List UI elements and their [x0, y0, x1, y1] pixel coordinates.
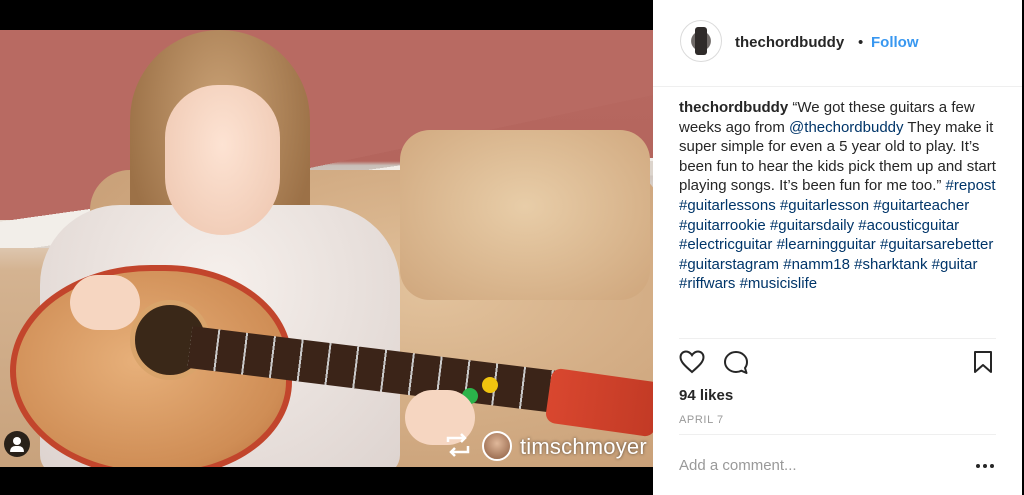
hashtag-link[interactable]: #learningguitar	[777, 236, 876, 253]
user-tag-icon-head	[13, 437, 21, 445]
avatar-image	[695, 27, 707, 55]
post-sidebar: thechordbuddy • Follow thechordbuddy “We…	[653, 0, 1022, 495]
hashtag-link[interactable]: #guitarsdaily	[770, 217, 854, 234]
heart-icon[interactable]	[679, 350, 705, 374]
hashtag-link[interactable]: #acousticguitar	[858, 217, 959, 234]
photo-watermark-username: timschmoyer	[520, 434, 647, 459]
caption-username[interactable]: thechordbuddy	[679, 99, 788, 116]
more-options-icon[interactable]	[975, 455, 995, 475]
hashtag-link[interactable]: #guitarteacher	[873, 197, 969, 214]
post-date[interactable]: APRIL 7	[679, 414, 724, 426]
photo-hand	[70, 275, 140, 330]
follow-button[interactable]: Follow	[871, 34, 919, 51]
hashtag-link[interactable]: #guitarlessons	[679, 197, 776, 214]
avatar[interactable]	[680, 20, 722, 62]
more-options-dot	[976, 464, 980, 468]
post-photo[interactable]	[0, 30, 653, 467]
more-options-dot	[983, 464, 987, 468]
post-username[interactable]: thechordbuddy	[735, 34, 844, 51]
repost-icon	[446, 433, 470, 457]
photo-girl-face	[165, 85, 280, 235]
post-header: thechordbuddy • Follow	[653, 0, 1022, 87]
comment-input[interactable]	[679, 450, 949, 480]
hashtag-link[interactable]: #guitarrookie	[679, 217, 766, 234]
hashtag-link[interactable]: #sharktank	[854, 256, 927, 273]
divider	[679, 434, 996, 435]
hashtag-link[interactable]: #guitar	[932, 256, 978, 273]
user-tag-icon[interactable]	[4, 431, 30, 457]
hashtag-link[interactable]: #musicislife	[740, 275, 818, 292]
more-options-dot	[990, 464, 994, 468]
caption-mention-link[interactable]: @thechordbuddy	[789, 119, 903, 136]
hashtag-link[interactable]: #guitarstagram	[679, 256, 779, 273]
photo-chord-button	[482, 377, 498, 393]
likes-count[interactable]: 94 likes	[679, 387, 733, 404]
hashtag-link[interactable]: #riffwars	[679, 275, 735, 292]
post-caption: thechordbuddy “We got these guitars a fe…	[679, 98, 999, 338]
bookmark-icon[interactable]	[973, 350, 993, 374]
username-separator: •	[858, 34, 864, 51]
user-tag-icon-shoulders	[10, 446, 24, 452]
watermark-avatar	[482, 431, 512, 461]
photo-cushion	[400, 130, 650, 300]
hashtag-link[interactable]: #repost	[946, 177, 996, 194]
hashtag-link[interactable]: #electricguitar	[679, 236, 772, 253]
divider	[679, 338, 996, 339]
hashtag-link[interactable]: #namm18	[783, 256, 850, 273]
comment-bubble-icon[interactable]	[723, 350, 749, 376]
hashtag-link[interactable]: #guitarsarebetter	[880, 236, 993, 253]
hashtag-link[interactable]: #guitarlesson	[780, 197, 869, 214]
